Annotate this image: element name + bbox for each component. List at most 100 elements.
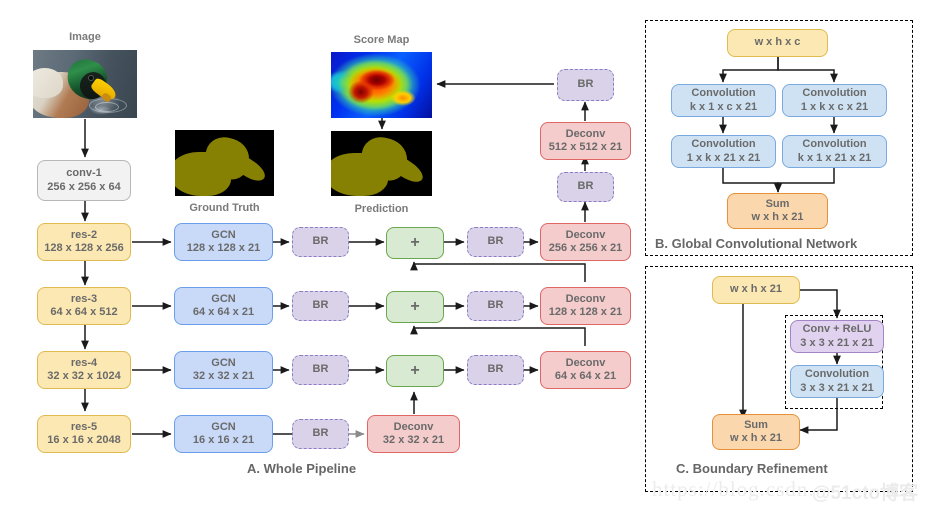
node-br-left-4[interactable]: BR <box>292 419 349 449</box>
node-gcn-4-shape: 16 x 16 x 21 <box>192 434 255 446</box>
node-deconv-128-name: Deconv <box>565 292 606 305</box>
node-conv-k1-c21-shape: k x 1 x c x 21 <box>689 100 758 113</box>
node-gcn-4[interactable]: GCN 16 x 16 x 21 <box>174 415 273 453</box>
ground-truth-image <box>175 130 274 196</box>
node-conv-k1-2121[interactable]: Convolution k x 1 x 21 x 21 <box>782 135 887 168</box>
node-br-left-2[interactable]: BR <box>292 291 349 321</box>
node-deconv-128[interactable]: Deconv 128 x 128 x 21 <box>540 287 631 325</box>
node-conv-1k-c21[interactable]: Convolution 1 x k x c x 21 <box>782 84 887 117</box>
node-br-sum-shape: w x h x 21 <box>730 432 782 444</box>
node-gcn-4-name: GCN <box>211 420 236 433</box>
node-br-top[interactable]: BR <box>557 69 614 101</box>
node-br-sum-name: Sum <box>744 418 768 431</box>
node-deconv-512[interactable]: Deconv 512 x 512 x 21 <box>540 122 631 160</box>
node-deconv-256-name: Deconv <box>565 228 606 241</box>
node-conv-1k-2121-shape: 1 x k x 21 x 21 <box>686 151 761 164</box>
node-br-right-3[interactable]: BR <box>467 355 524 385</box>
node-br-left-1[interactable]: BR <box>292 227 349 257</box>
node-br-conv-name: Convolution <box>804 368 870 381</box>
node-res-4-shape: 32 x 32 x 1024 <box>47 370 121 382</box>
node-deconv-64[interactable]: Deconv 64 x 64 x 21 <box>540 351 631 389</box>
node-br-sum[interactable]: Sum w x h x 21 <box>712 414 800 450</box>
node-sum-3[interactable]: + <box>386 355 444 387</box>
node-br-right-1[interactable]: BR <box>467 227 524 257</box>
node-gcn-sum-shape: w x h x 21 <box>751 211 804 223</box>
node-sum-1-label: + <box>410 234 420 252</box>
node-gcn-3[interactable]: GCN 32 x 32 x 21 <box>174 351 273 389</box>
node-gcn-2-shape: 64 x 64 x 21 <box>192 306 255 318</box>
node-conv-1k-2121-name: Convolution <box>691 138 756 151</box>
node-sum-1[interactable]: + <box>386 227 444 259</box>
node-res-2-name: res-2 <box>70 228 98 241</box>
node-br-right-2-label: BR <box>487 299 504 312</box>
node-br-conv-shape: 3 x 3 x 21 x 21 <box>800 381 874 394</box>
node-br-input-label: w x h x 21 <box>730 283 782 296</box>
node-conv-relu-name: Conv + ReLU <box>802 323 872 336</box>
input-image <box>33 50 137 118</box>
node-deconv-64-name: Deconv <box>565 356 606 369</box>
node-gcn-sum-name: Sum <box>765 197 790 210</box>
node-gcn-2-name: GCN <box>211 292 236 305</box>
node-conv-1k-c21-name: Convolution <box>802 87 867 100</box>
node-deconv-64-shape: 64 x 64 x 21 <box>554 370 617 382</box>
node-res-4-name: res-4 <box>70 356 98 369</box>
watermark-handle: @51cto博客 <box>812 483 919 504</box>
node-res-5-shape: 16 x 16 x 2048 <box>47 434 121 446</box>
node-res-3[interactable]: res-3 64 x 64 x 512 <box>37 287 131 325</box>
node-br-left-3-label: BR <box>312 363 329 376</box>
node-br-right-2[interactable]: BR <box>467 291 524 321</box>
node-deconv-32-name: Deconv <box>393 420 434 433</box>
node-deconv-256-shape: 256 x 256 x 21 <box>548 242 623 254</box>
node-deconv-32-shape: 32 x 32 x 21 <box>382 434 445 446</box>
section-b-caption: B. Global Convolutional Network <box>655 236 858 251</box>
node-gcn-sum[interactable]: Sum w x h x 21 <box>727 193 828 229</box>
node-res-4[interactable]: res-4 32 x 32 x 1024 <box>37 351 131 389</box>
node-br-left-1-label: BR <box>312 235 329 248</box>
node-br-conv[interactable]: Convolution 3 x 3 x 21 x 21 <box>790 365 884 398</box>
node-conv-k1-2121-name: Convolution <box>802 138 867 151</box>
node-br-mid-label: BR <box>577 180 594 193</box>
node-br-right-1-label: BR <box>487 235 504 248</box>
node-conv-relu[interactable]: Conv + ReLU 3 x 3 x 21 x 21 <box>790 320 884 353</box>
node-br-input[interactable]: w x h x 21 <box>712 276 800 304</box>
figure-canvas: Image Ground Truth Score Map Prediction … <box>0 0 946 507</box>
node-gcn-input[interactable]: w x h x c <box>727 29 828 57</box>
node-conv-1k-2121[interactable]: Convolution 1 x k x 21 x 21 <box>671 135 776 168</box>
node-sum-2[interactable]: + <box>386 291 444 323</box>
section-a-caption: A. Whole Pipeline <box>247 461 357 476</box>
node-conv-1[interactable]: conv-1 256 x 256 x 64 <box>37 160 131 201</box>
node-res-5-name: res-5 <box>70 420 98 433</box>
node-conv-relu-shape: 3 x 3 x 21 x 21 <box>800 336 874 349</box>
node-conv-k1-2121-shape: k x 1 x 21 x 21 <box>797 151 872 164</box>
node-sum-3-label: + <box>410 362 420 380</box>
node-conv-1-name: conv-1 <box>66 167 102 180</box>
node-res-3-name: res-3 <box>70 292 98 305</box>
node-gcn-3-shape: 32 x 32 x 21 <box>192 370 255 382</box>
node-conv-1-shape: 256 x 256 x 64 <box>47 180 121 193</box>
node-deconv-256[interactable]: Deconv 256 x 256 x 21 <box>540 223 631 261</box>
image-caption: Image <box>69 31 101 43</box>
node-gcn-3-name: GCN <box>211 356 236 369</box>
node-conv-1k-c21-shape: 1 x k x c x 21 <box>800 100 869 113</box>
node-res-5[interactable]: res-5 16 x 16 x 2048 <box>37 415 131 453</box>
node-gcn-1[interactable]: GCN 128 x 128 x 21 <box>174 223 273 261</box>
node-gcn-2[interactable]: GCN 64 x 64 x 21 <box>174 287 273 325</box>
ground-truth-caption: Ground Truth <box>189 202 260 214</box>
node-br-top-label: BR <box>577 78 594 91</box>
node-res-2[interactable]: res-2 128 x 128 x 256 <box>37 223 131 261</box>
node-conv-k1-c21-name: Convolution <box>691 87 756 100</box>
score-map-caption: Score Map <box>353 34 410 46</box>
node-deconv-32[interactable]: Deconv 32 x 32 x 21 <box>367 415 460 453</box>
node-deconv-128-shape: 128 x 128 x 21 <box>548 306 623 318</box>
prediction-image <box>331 131 432 196</box>
node-br-left-3[interactable]: BR <box>292 355 349 385</box>
node-res-3-shape: 64 x 64 x 512 <box>50 306 118 318</box>
prediction-caption: Prediction <box>354 203 409 215</box>
node-gcn-1-shape: 128 x 128 x 21 <box>186 242 261 254</box>
node-br-mid[interactable]: BR <box>557 172 614 202</box>
node-deconv-512-name: Deconv <box>565 127 606 140</box>
node-conv-k1-c21[interactable]: Convolution k x 1 x c x 21 <box>671 84 776 117</box>
node-gcn-input-label: w x h x c <box>754 36 801 49</box>
node-br-left-2-label: BR <box>312 299 329 312</box>
section-c-caption: C. Boundary Refinement <box>676 461 828 476</box>
